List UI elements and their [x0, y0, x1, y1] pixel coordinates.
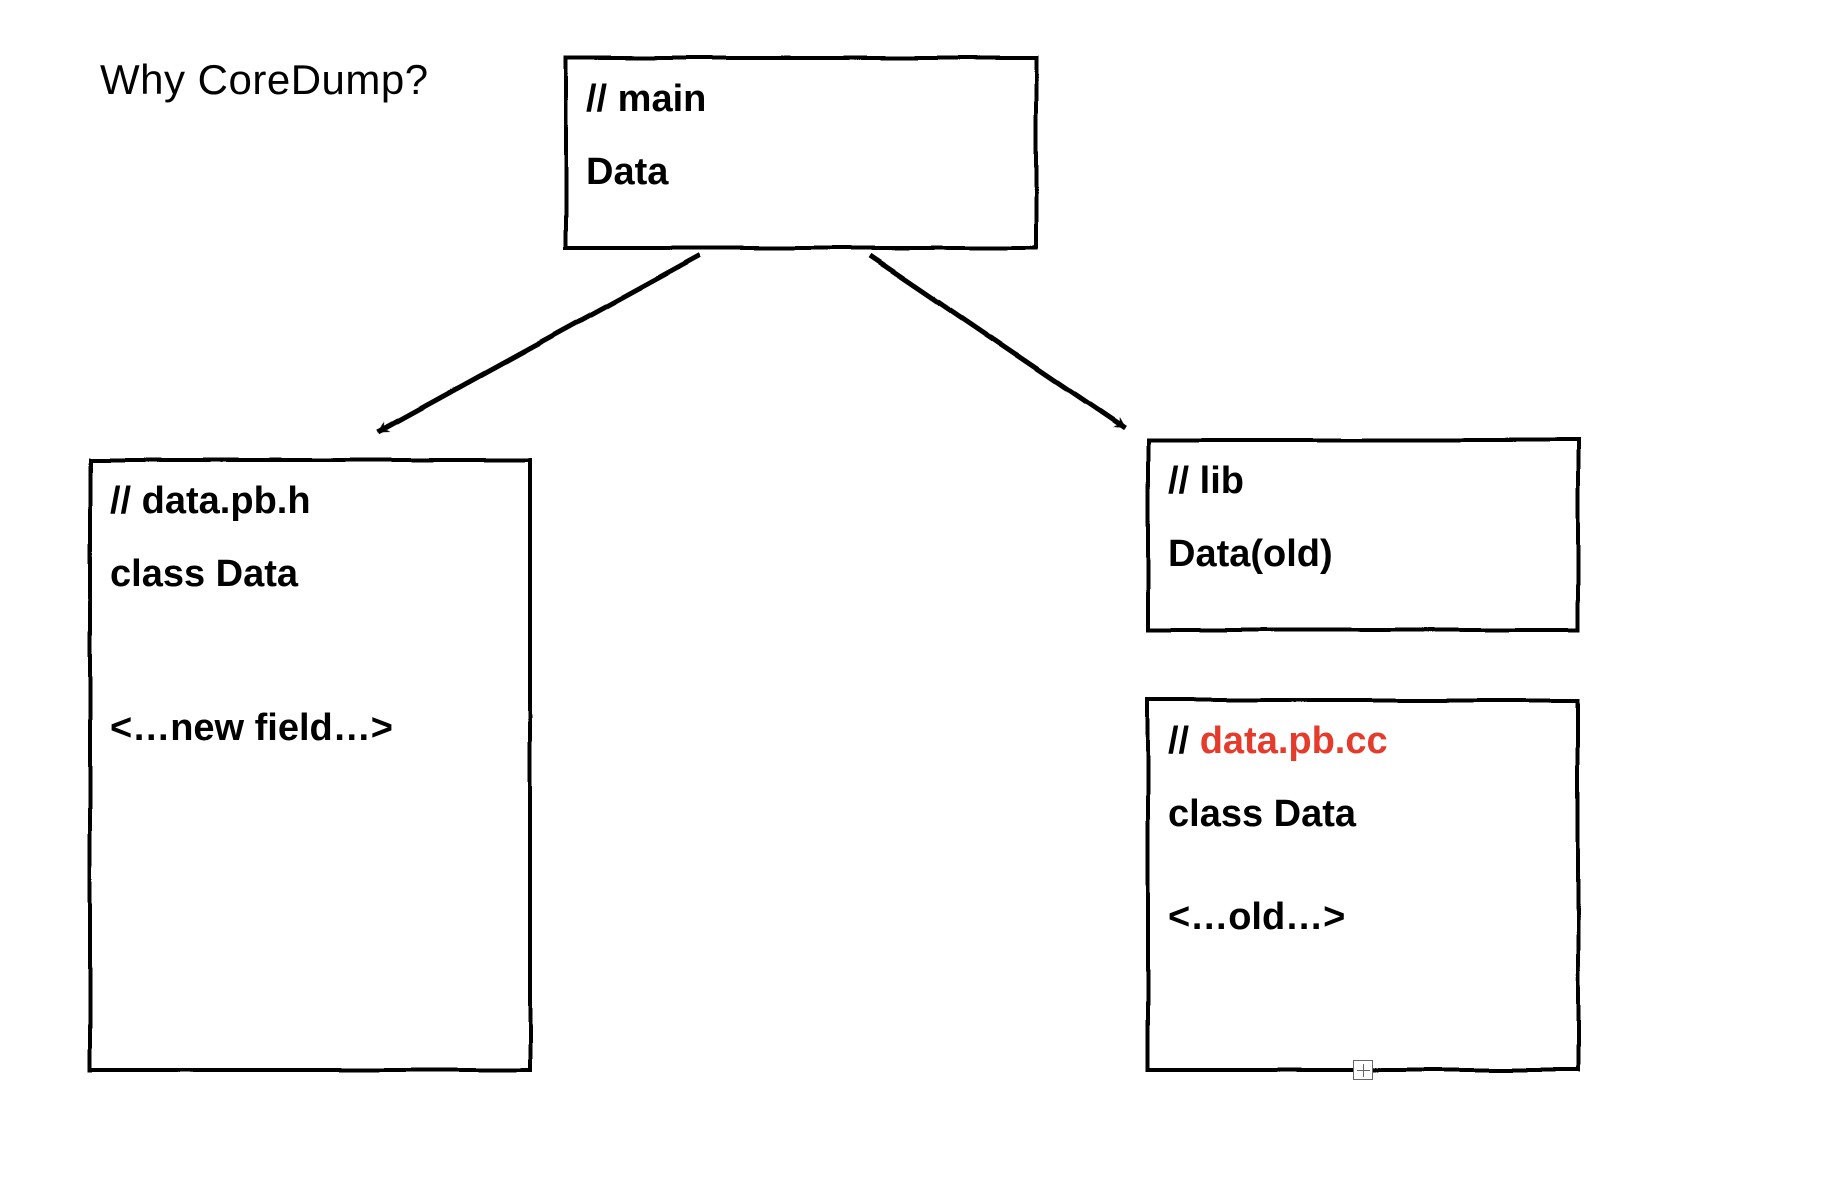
node-data-pb-cc-body: class Data <…old…>	[1168, 789, 1558, 943]
node-main: // main Data	[566, 58, 1036, 248]
node-lib-body: Data(old)	[1168, 529, 1558, 580]
node-main-comment: // main	[586, 74, 1016, 125]
node-data-pb-cc-comment-name: data.pb.cc	[1200, 720, 1388, 762]
node-lib-comment: // lib	[1168, 456, 1558, 507]
resize-handle-icon[interactable]	[1353, 1060, 1373, 1080]
node-data-pb-cc-comment-prefix: //	[1168, 720, 1200, 762]
node-data-pb-h-body: class Data <…new field…>	[110, 549, 510, 754]
node-data-pb-h-comment: // data.pb.h	[110, 476, 510, 527]
diagram-title: Why CoreDump?	[100, 56, 429, 104]
node-data-pb-cc-comment: // data.pb.cc	[1168, 716, 1558, 767]
node-data-pb-cc: // data.pb.cc class Data <…old…>	[1148, 700, 1578, 1070]
node-data-pb-h: // data.pb.h class Data <…new field…>	[90, 460, 530, 1070]
node-main-body: Data	[586, 147, 1016, 198]
node-lib: // lib Data(old)	[1148, 440, 1578, 630]
